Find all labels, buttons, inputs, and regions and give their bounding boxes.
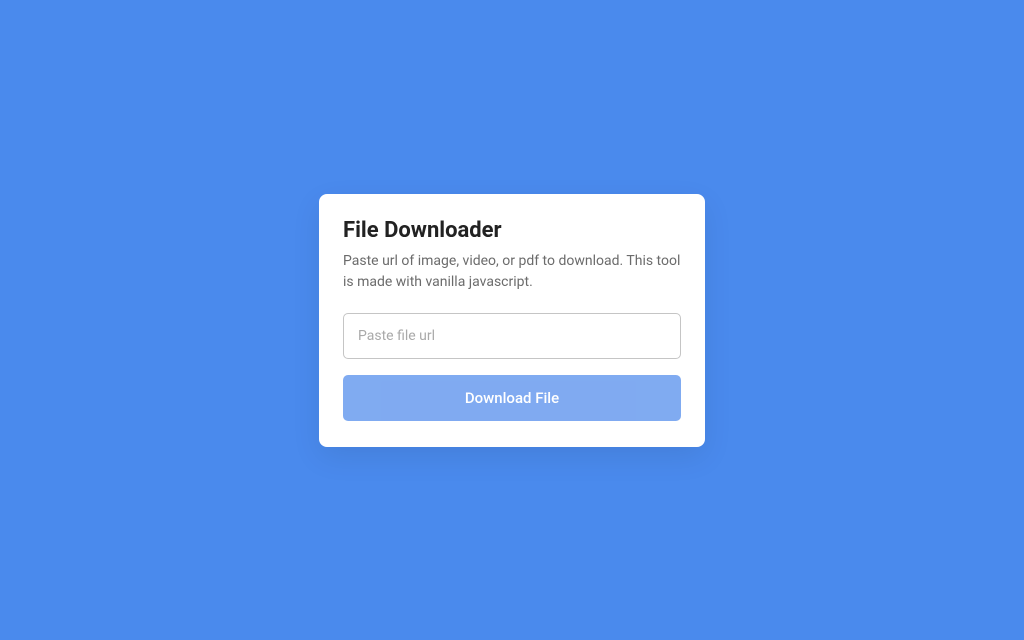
card-title: File Downloader (343, 218, 681, 243)
download-button[interactable]: Download File (343, 375, 681, 421)
downloader-card: File Downloader Paste url of image, vide… (319, 194, 705, 447)
file-url-input[interactable] (343, 313, 681, 359)
card-subtitle: Paste url of image, video, or pdf to dow… (343, 251, 681, 293)
